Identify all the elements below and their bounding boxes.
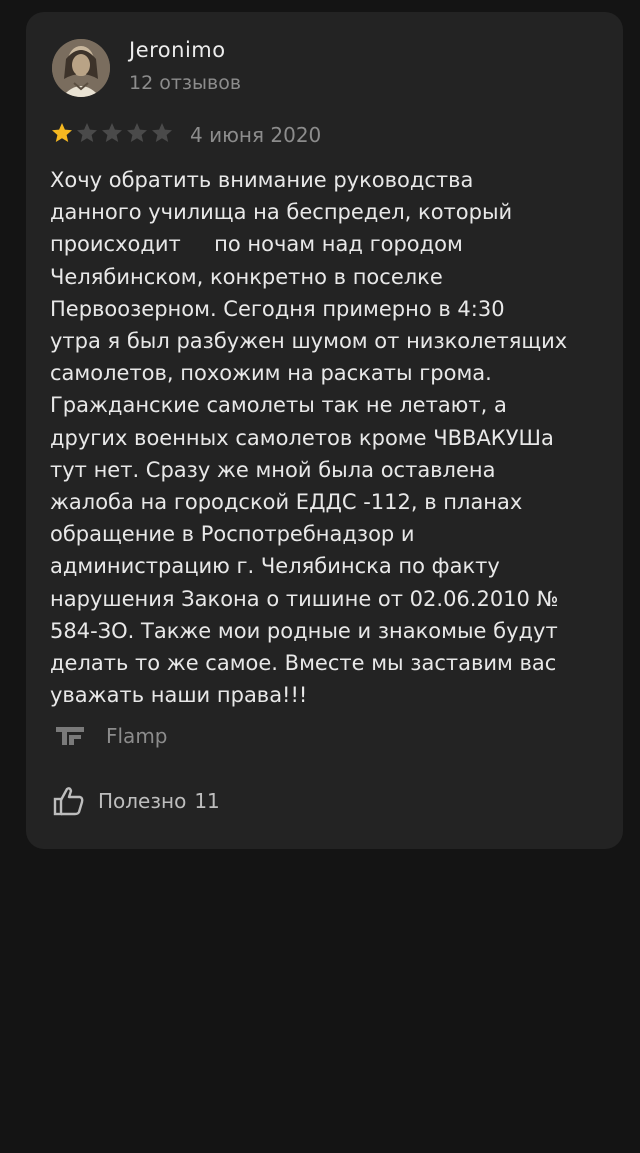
star-filled-icon <box>52 123 72 142</box>
flamp-logo-icon <box>56 727 84 745</box>
review-date: 4 июня 2020 <box>190 123 322 147</box>
useful-count: 11 <box>194 789 220 813</box>
review-source[interactable]: Flamp <box>54 724 168 748</box>
avatar-portrait-image <box>52 39 110 97</box>
useful-button[interactable]: Полезно 11 <box>52 784 220 818</box>
review-card: Jeronimo 12 отзывов 4 июня 2020 Хочу обр… <box>26 12 623 849</box>
star-empty-icon <box>127 123 147 142</box>
author-name[interactable]: Jeronimo <box>129 38 226 62</box>
useful-label: Полезно <box>98 789 187 813</box>
rating-stars <box>50 121 174 145</box>
star-empty-icon <box>102 123 122 142</box>
review-text: Хочу обратить внимание руководства данно… <box>50 168 568 708</box>
thumbs-up-icon <box>53 787 84 816</box>
avatar[interactable] <box>52 39 110 97</box>
author-reviews-count: 12 отзывов <box>129 72 242 94</box>
source-name: Flamp <box>106 724 168 748</box>
star-empty-icon <box>152 123 172 142</box>
star-empty-icon <box>77 123 97 142</box>
